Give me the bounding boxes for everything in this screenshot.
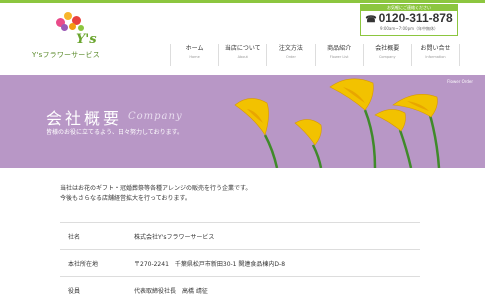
logo-company-name: Y'sフラワーサービス [32, 51, 100, 59]
nav-item-sublabel: Flower List [329, 55, 349, 59]
hero-banner: Flower Order 会社概要 Company 皆様のお役に立てるよう、日々… [0, 75, 485, 168]
contact-box: お気軽にご連絡ください ☎ 0120-311-878 9:00am~7:00pm（… [360, 4, 458, 36]
nav-item-sublabel: Order [285, 55, 296, 59]
nav-item-label: 注文方法 [278, 45, 303, 52]
nav-item-order[interactable]: 注文方法 Order [266, 44, 314, 66]
row-label: 社名 [68, 234, 81, 241]
intro-line-1: 当社はお花のギフト・冠婚葬祭等各種アレンジの販売を行う企業です。 [60, 185, 252, 192]
nav-item-products[interactable]: 商品紹介 Flower List [314, 44, 363, 66]
nav-item-label: 商品紹介 [327, 45, 352, 52]
nav-item-label: ホーム [185, 45, 204, 52]
table-row: 社名 株式会社Y'sフラワーサービス [60, 222, 420, 249]
phone-number[interactable]: ☎ 0120-311-878 [361, 11, 457, 26]
nav-item-contact[interactable]: お問い合せ Information [410, 44, 461, 66]
nav-item-sublabel: Company [378, 55, 396, 59]
nav-item-about[interactable]: 当店について About [218, 44, 266, 66]
nav-item-label: 会社概要 [375, 45, 400, 52]
row-value: 代表取締役社長 高橋 靖征 [134, 288, 208, 295]
global-nav: ホーム Home 当店について About 注文方法 Order 商品紹介 Fl… [170, 44, 461, 66]
page-title: 会社概要 [46, 109, 123, 128]
logo-ys-text: Y's [76, 32, 97, 47]
nav-item-home[interactable]: ホーム Home [170, 44, 218, 66]
phone-number-text: 0120-311-878 [378, 11, 453, 25]
nav-item-label: お問い合せ [420, 45, 451, 52]
intro-text: 当社はお花のギフト・冠婚葬祭等各種アレンジの販売を行う企業です。 今後もさらなる… [60, 184, 251, 204]
table-row: 本社所在地 〒270-2241 千葉県松戸市新田30-1 関連食品棟内D-8 [60, 249, 420, 276]
page-title-en: Company [128, 111, 183, 122]
intro-line-2: 今後もさらなる店舗経営拡大を行っております。 [60, 195, 191, 202]
top-accent-bar [0, 0, 485, 3]
phone-icon: ☎ [365, 14, 377, 24]
table-row: 役員 代表取締役社長 高橋 靖征 [60, 276, 420, 303]
nav-item-label: 当店について [224, 45, 261, 52]
nav-item-company[interactable]: 会社概要 Company [362, 44, 411, 66]
business-hours: 9:00am~7:00pm（年中無休） [379, 26, 439, 31]
hero-subtitle: 皆様のお役に立てるよう、日々努力しております。 [46, 129, 184, 136]
nav-item-sublabel: Information [425, 55, 446, 59]
row-label: 役員 [68, 288, 81, 295]
row-label: 本社所在地 [68, 261, 99, 268]
site-logo[interactable]: Y's Y'sフラワーサービス [30, 12, 110, 64]
company-info-table: 社名 株式会社Y'sフラワーサービス 本社所在地 〒270-2241 千葉県松戸… [60, 222, 420, 303]
nav-item-sublabel: About [237, 55, 248, 59]
row-value: 〒270-2241 千葉県松戸市新田30-1 関連食品棟内D-8 [134, 261, 286, 268]
calla-lily-image [234, 78, 441, 168]
row-value: 株式会社Y'sフラワーサービス [134, 234, 215, 241]
nav-item-sublabel: Home [189, 55, 200, 59]
